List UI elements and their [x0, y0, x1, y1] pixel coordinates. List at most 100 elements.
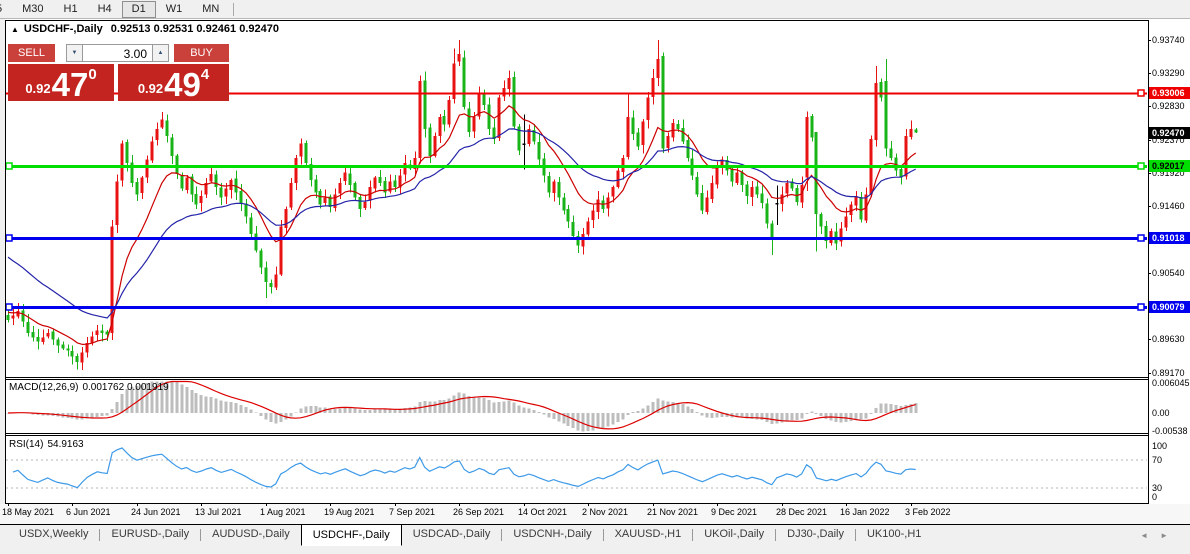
chart-tab-usdchf-daily[interactable]: USDCHF-,Daily [300, 524, 402, 546]
macd-axis-label: 0.00 [1152, 408, 1170, 418]
timeframe-button-H1[interactable]: H1 [54, 1, 88, 18]
tab-scroll-right-icon[interactable]: ► [1160, 531, 1180, 540]
chart-symbol-label: USDCHF-,Daily [23, 23, 103, 35]
price-tick-mark [1148, 172, 1151, 174]
date-label: 18 May 2021 [2, 507, 55, 517]
buy-price-prefix: 0.92 [137, 81, 164, 96]
volume-input[interactable]: 3.00 [83, 44, 152, 62]
date-tick-mark [911, 503, 912, 506]
timeframe-toolbar: 5M30H1H4D1W1MN [0, 0, 1190, 19]
chart-border-left [5, 20, 6, 504]
collapse-arrow-icon[interactable]: ▲ [11, 25, 19, 34]
date-tick-mark [846, 503, 847, 506]
chart-tab-usdx-weekly[interactable]: USDX,Weekly [8, 525, 99, 544]
price-tick-mark [1148, 339, 1151, 341]
price-badge-0.91018: 0.91018 [1149, 232, 1190, 245]
price-tick-mark [1148, 273, 1151, 275]
trade-panel-controls: SELL ▼ 3.00 ▲ BUY [8, 44, 229, 62]
timeframe-button-W1[interactable]: W1 [156, 1, 193, 18]
date-label: 13 Jul 2021 [195, 507, 242, 517]
volume-increase-button[interactable]: ▲ [152, 44, 169, 62]
rsi-name: RSI(14) [9, 439, 44, 450]
price-tick-label: 0.92830 [1152, 101, 1185, 112]
sell-price-big: 47 [51, 66, 89, 103]
chart-tab-dj30-daily[interactable]: DJ30-,Daily [776, 525, 855, 544]
price-tick-label: 0.91460 [1152, 201, 1185, 212]
chart-border-top [5, 20, 1149, 21]
chart-tab-eurusd-daily[interactable]: EURUSD-,Daily [100, 525, 200, 544]
price-tick-mark [1148, 106, 1151, 108]
chart-tab-uk100-h1[interactable]: UK100-,H1 [856, 525, 932, 544]
price-tick-label: 0.90540 [1152, 268, 1185, 279]
price-tick-mark [1148, 72, 1151, 74]
date-tick-mark [588, 503, 589, 506]
buy-price-big: 49 [164, 66, 201, 103]
buy-price-sup: 4 [200, 66, 210, 83]
hline-handle[interactable] [1137, 303, 1145, 311]
macd-values: 0.001762 0.001919 [82, 382, 169, 393]
macd-rsi-separator-a [5, 433, 1148, 434]
date-tick-mark [201, 503, 202, 506]
timeframe-button-M30[interactable]: M30 [12, 1, 53, 18]
chart-tab-usdcnh-daily[interactable]: USDCNH-,Daily [502, 525, 602, 544]
price-tick-mark [1148, 139, 1151, 141]
date-label: 6 Jun 2021 [66, 507, 111, 517]
chart-title: ▲ USDCHF-,Daily 0.92513 0.92531 0.92461 0.… [11, 23, 279, 35]
date-label: 28 Dec 2021 [776, 507, 828, 517]
chart-tab-ukoil-daily[interactable]: UKOil-,Daily [693, 525, 775, 544]
hline-handle[interactable] [5, 162, 13, 170]
tab-scroll-left-icon[interactable]: ◄ [1140, 531, 1160, 540]
buy-button[interactable]: BUY [174, 44, 229, 62]
tab-scroll-arrows: ◄► [1140, 531, 1180, 540]
timeframe-button-5[interactable]: 5 [0, 1, 12, 18]
chart-ohlc-values: 0.92513 0.92531 0.92461 0.92470 [110, 23, 279, 35]
mt4-terminal: { "toolbar": { "items": [ {"label": "5",… [0, 0, 1190, 554]
macd-rsi-separator-b [5, 435, 1148, 436]
date-label: 21 Nov 2021 [647, 507, 699, 517]
date-label: 7 Sep 2021 [389, 507, 436, 517]
chart-tab-audusd-daily[interactable]: AUDUSD-,Daily [201, 525, 301, 544]
main-macd-separator-b [5, 379, 1148, 380]
date-tick-mark [459, 503, 460, 506]
date-tick-mark [782, 503, 783, 506]
macd-axis-label: 0.006045 [1152, 378, 1190, 388]
macd-label: MACD(12,26,9) 0.001762 0.001919 [9, 382, 173, 393]
hline-handle[interactable] [1137, 234, 1145, 242]
date-label: 19 Aug 2021 [324, 507, 375, 517]
rsi-axis-label: 100 [1152, 441, 1168, 451]
chart-tab-usdcad-daily[interactable]: USDCAD-,Daily [402, 525, 502, 544]
price-tick-label: 0.93740 [1152, 35, 1185, 45]
price-tick-mark [1148, 206, 1151, 208]
date-tick-mark [266, 503, 267, 506]
date-tick-mark [330, 503, 331, 506]
sell-price-panel[interactable]: 0.92 47 0 [8, 64, 114, 101]
sell-price-prefix: 0.92 [25, 81, 51, 96]
date-tick-mark [72, 503, 73, 506]
price-tick-mark [1148, 373, 1151, 374]
price-badge-0.90079: 0.90079 [1149, 300, 1190, 313]
timeframe-button-MN[interactable]: MN [192, 1, 229, 18]
hline-handle[interactable] [1137, 162, 1145, 170]
hline-handle[interactable] [5, 303, 13, 311]
rsi-axis-label: 70 [1152, 455, 1163, 465]
macd-axis-label: -0.00538 [1152, 426, 1188, 436]
date-tick-mark [395, 503, 396, 506]
rsi-panel-plot [6, 447, 1147, 489]
chart-tab-xauusd-h1[interactable]: XAUUSD-,H1 [604, 525, 693, 544]
buy-price-panel[interactable]: 0.92 49 4 [118, 64, 229, 101]
macd-name: MACD(12,26,9) [9, 382, 79, 393]
timeframe-button-D1[interactable]: D1 [121, 0, 156, 18]
date-axis[interactable]: 18 May 2021 6 Jun 2021 24 Jun 2021 13 Jul 2… [0, 503, 1190, 524]
main-macd-separator-a [5, 377, 1148, 378]
rsi-value: 54.9163 [47, 439, 84, 450]
hline-handle[interactable] [1137, 89, 1145, 97]
timeframe-button-H4[interactable]: H4 [88, 1, 122, 18]
hline-handle[interactable] [5, 234, 13, 242]
price-tick-label: 0.89630 [1152, 334, 1185, 345]
volume-decrease-button[interactable]: ▼ [66, 44, 83, 62]
date-tick-mark [137, 503, 138, 506]
price-tick-label: 0.89170 [1152, 368, 1185, 378]
price-axis[interactable]: 0.93740 0.93290 0.92830 0.92370 0.91920 0.914… [1148, 19, 1190, 504]
sell-button[interactable]: SELL [8, 44, 55, 62]
date-tick-mark [717, 503, 718, 506]
